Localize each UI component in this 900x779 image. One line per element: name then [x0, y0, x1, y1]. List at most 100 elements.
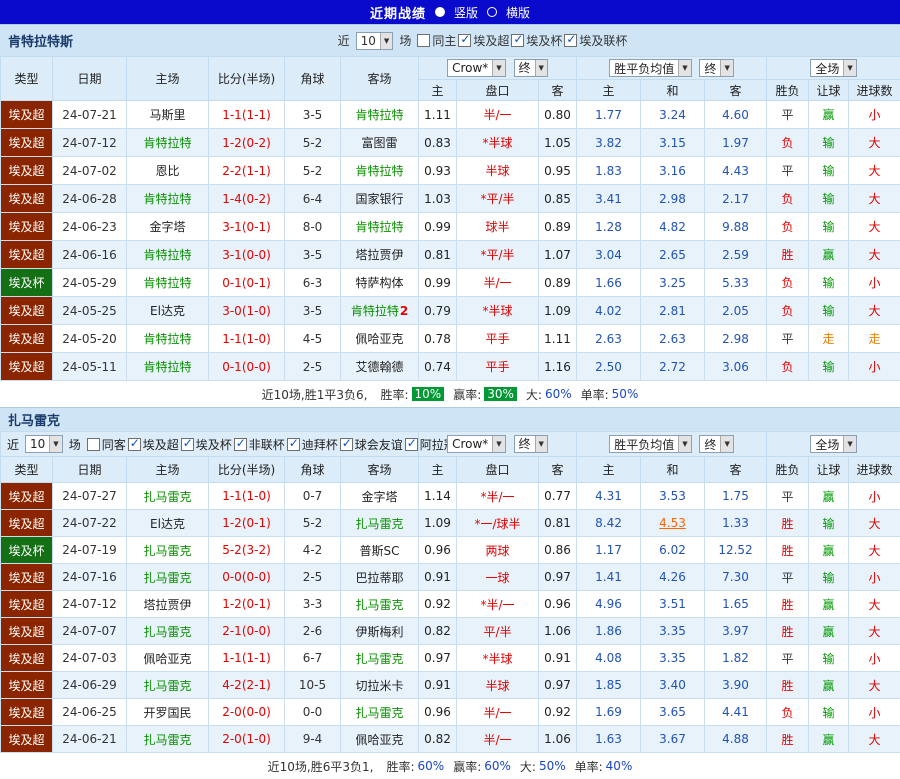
filter-item[interactable]: 迪拜杯: [287, 436, 338, 453]
away-team[interactable]: 金字塔: [341, 483, 419, 510]
odds-company-select[interactable]: Crow*▼: [447, 59, 506, 77]
home-team[interactable]: 肯特拉特: [127, 241, 209, 269]
score[interactable]: 2-0(0-0): [209, 699, 285, 726]
away-team[interactable]: 佩哈亚克: [341, 726, 419, 753]
home-team[interactable]: 塔拉贾伊: [127, 591, 209, 618]
away-team[interactable]: 国家银行: [341, 185, 419, 213]
score[interactable]: 1-2(0-1): [209, 510, 285, 537]
home-team[interactable]: El达克: [127, 297, 209, 325]
score[interactable]: 3-1(0-1): [209, 213, 285, 241]
checkbox-icon[interactable]: [181, 438, 194, 451]
home-team[interactable]: 马斯里: [127, 101, 209, 129]
score[interactable]: 0-0(0-0): [209, 564, 285, 591]
filter-item[interactable]: 埃及杯: [511, 32, 562, 49]
away-team[interactable]: 肯特拉特: [341, 101, 419, 129]
match-count-select[interactable]: 10▼: [25, 435, 63, 453]
odds-period-select[interactable]: 终▼: [514, 435, 548, 453]
odds-period-select[interactable]: 终▼: [514, 59, 548, 77]
radio-horizontal[interactable]: [487, 7, 497, 17]
filter-item[interactable]: 埃及超: [458, 32, 509, 49]
checkbox-icon[interactable]: [564, 34, 577, 47]
away-team[interactable]: 特萨构体: [341, 269, 419, 297]
avg-odds-select[interactable]: 胜平负均值▼: [609, 59, 691, 77]
away-team[interactable]: 艾德翰德: [341, 353, 419, 381]
away-team[interactable]: 巴拉蒂耶: [341, 564, 419, 591]
radio-horizontal-label[interactable]: 横版: [506, 4, 530, 21]
filter-item[interactable]: 同客: [87, 436, 126, 453]
away-team[interactable]: 伊斯梅利: [341, 618, 419, 645]
score[interactable]: 5-2(3-2): [209, 537, 285, 564]
home-team[interactable]: 肯特拉特: [127, 129, 209, 157]
score[interactable]: 0-1(0-0): [209, 353, 285, 381]
checkbox-icon[interactable]: [87, 438, 100, 451]
match-date: 24-07-02: [53, 157, 127, 185]
away-team[interactable]: 佩哈亚克: [341, 325, 419, 353]
odds-company-select[interactable]: Crow*▼: [447, 435, 506, 453]
score[interactable]: 4-2(2-1): [209, 672, 285, 699]
checkbox-icon[interactable]: [511, 34, 524, 47]
away-team[interactable]: 塔拉贾伊: [341, 241, 419, 269]
score[interactable]: 1-1(1-0): [209, 325, 285, 353]
away-team[interactable]: 富图雷: [341, 129, 419, 157]
filter-item[interactable]: 球会友谊: [340, 436, 403, 453]
score[interactable]: 3-0(1-0): [209, 297, 285, 325]
score[interactable]: 1-1(1-0): [209, 483, 285, 510]
filter-item[interactable]: 同主: [417, 32, 456, 49]
score[interactable]: 0-1(0-1): [209, 269, 285, 297]
radio-vertical[interactable]: [435, 7, 445, 17]
home-team[interactable]: 肯特拉特: [127, 269, 209, 297]
away-team[interactable]: 扎马雷克: [341, 645, 419, 672]
score[interactable]: 1-1(1-1): [209, 645, 285, 672]
avg-odds-select[interactable]: 胜平负均值▼: [609, 435, 691, 453]
scope-select[interactable]: 全场▼: [810, 59, 856, 77]
score[interactable]: 1-2(0-1): [209, 591, 285, 618]
score[interactable]: 1-4(0-2): [209, 185, 285, 213]
away-team[interactable]: 普斯SC: [341, 537, 419, 564]
filter-item[interactable]: 埃及超: [128, 436, 179, 453]
home-team[interactable]: 佩哈亚克: [127, 645, 209, 672]
scope-select[interactable]: 全场▼: [810, 435, 856, 453]
checkbox-icon[interactable]: [340, 438, 353, 451]
avg-period-select[interactable]: 终▼: [699, 59, 733, 77]
away-team[interactable]: 肯特拉特: [341, 213, 419, 241]
filter-item[interactable]: 埃及杯: [181, 436, 232, 453]
away-team[interactable]: 肯特拉特: [341, 157, 419, 185]
filter-item[interactable]: 非联杯: [234, 436, 285, 453]
home-team[interactable]: 肯特拉特: [127, 185, 209, 213]
home-team[interactable]: 恩比: [127, 157, 209, 185]
home-team[interactable]: 扎马雷克: [127, 564, 209, 591]
home-team[interactable]: 肯特拉特: [127, 353, 209, 381]
home-team[interactable]: 扎马雷克: [127, 726, 209, 753]
match-date: 24-05-29: [53, 269, 127, 297]
home-team[interactable]: 扎马雷克: [127, 618, 209, 645]
score[interactable]: 1-2(0-2): [209, 129, 285, 157]
checkbox-icon[interactable]: [128, 438, 141, 451]
score[interactable]: 2-2(1-1): [209, 157, 285, 185]
checkbox-icon[interactable]: [458, 34, 471, 47]
match-count-select[interactable]: 10▼: [356, 32, 394, 50]
score[interactable]: 2-0(1-0): [209, 726, 285, 753]
filter-item[interactable]: 埃及联杯: [564, 32, 627, 49]
home-team[interactable]: El达克: [127, 510, 209, 537]
checkbox-icon[interactable]: [405, 438, 418, 451]
away-team[interactable]: 肯特拉特2: [341, 297, 419, 325]
away-team[interactable]: 扎马雷克: [341, 699, 419, 726]
checkbox-icon[interactable]: [234, 438, 247, 451]
home-team[interactable]: 扎马雷克: [127, 672, 209, 699]
away-team[interactable]: 扎马雷克: [341, 591, 419, 618]
home-team[interactable]: 金字塔: [127, 213, 209, 241]
checkbox-icon[interactable]: [417, 34, 430, 47]
col-odds-handicap: 盘口: [457, 80, 539, 101]
home-team[interactable]: 扎马雷克: [127, 537, 209, 564]
score[interactable]: 2-1(0-0): [209, 618, 285, 645]
home-team[interactable]: 扎马雷克: [127, 483, 209, 510]
home-team[interactable]: 肯特拉特: [127, 325, 209, 353]
home-team[interactable]: 开罗国民: [127, 699, 209, 726]
away-team[interactable]: 切拉米卡: [341, 672, 419, 699]
score[interactable]: 1-1(1-1): [209, 101, 285, 129]
checkbox-icon[interactable]: [287, 438, 300, 451]
radio-vertical-label[interactable]: 竖版: [454, 4, 478, 21]
away-team[interactable]: 扎马雷克: [341, 510, 419, 537]
avg-period-select[interactable]: 终▼: [699, 435, 733, 453]
score[interactable]: 3-1(0-0): [209, 241, 285, 269]
